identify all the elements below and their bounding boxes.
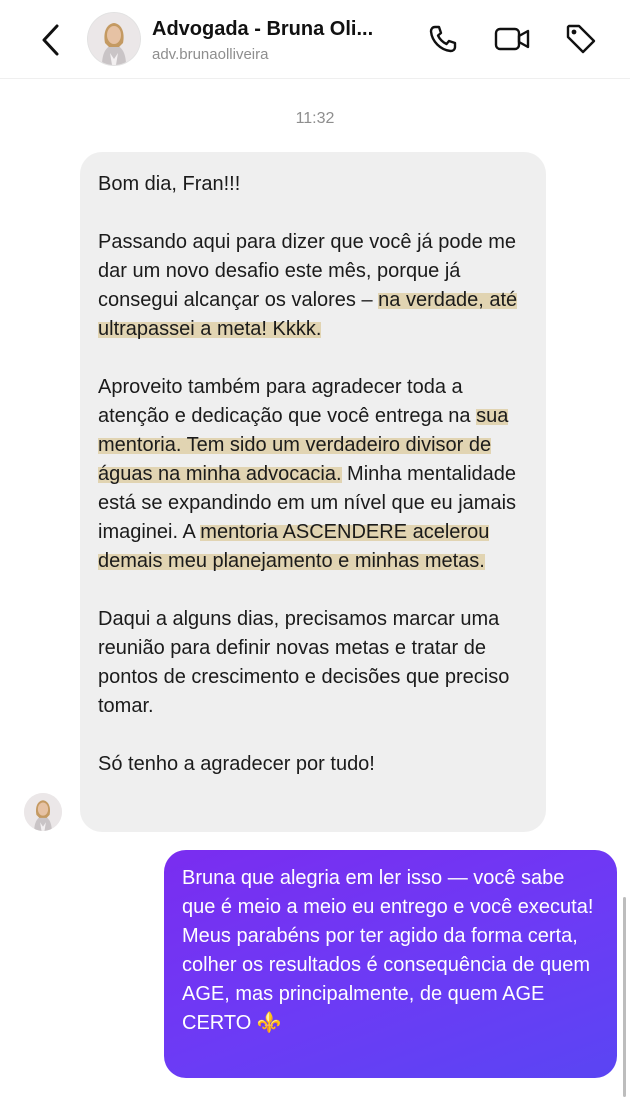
scrollbar[interactable] [623, 897, 626, 1097]
back-button[interactable] [34, 22, 68, 58]
avatar-image [24, 793, 62, 831]
contact-username[interactable]: adv.brunaolliveira [152, 46, 268, 63]
video-camera-icon [494, 27, 530, 51]
voice-call-button[interactable] [424, 20, 462, 58]
contact-name[interactable]: Advogada - Bruna Oli... [152, 18, 412, 41]
phone-icon [429, 25, 457, 53]
incoming-message-bubble[interactable]: Bom dia, Fran!!! Passando aqui para dize… [80, 152, 546, 832]
message-timestamp: 11:32 [295, 110, 335, 127]
outgoing-message-bubble[interactable]: Bruna que alegria em ler isso — você sab… [164, 850, 617, 1078]
message-text: Aproveito também para agradecer toda a a… [98, 376, 477, 427]
tag-button[interactable] [562, 20, 600, 58]
message-paragraph-3: Aproveito também para agradecer toda a a… [98, 373, 528, 576]
message-paragraph-2: Passando aqui para dizer que você já pod… [98, 228, 528, 344]
tag-icon [566, 24, 596, 54]
video-call-button[interactable] [493, 20, 531, 58]
message-paragraph-4: Daqui a alguns dias, precisamos marcar u… [98, 608, 510, 717]
message-paragraph-1: Bom dia, Fran!!! [98, 173, 241, 195]
outgoing-message-text: Bruna que alegria em ler isso — você sab… [182, 867, 594, 1034]
sender-avatar[interactable] [24, 793, 62, 831]
chevron-left-icon [42, 24, 59, 56]
chat-header: Advogada - Bruna Oli... adv.brunaollivei… [0, 0, 630, 79]
contact-avatar[interactable] [88, 13, 140, 65]
message-paragraph-5: Só tenho a agradecer por tudo! [98, 753, 375, 775]
avatar-image [88, 13, 140, 65]
